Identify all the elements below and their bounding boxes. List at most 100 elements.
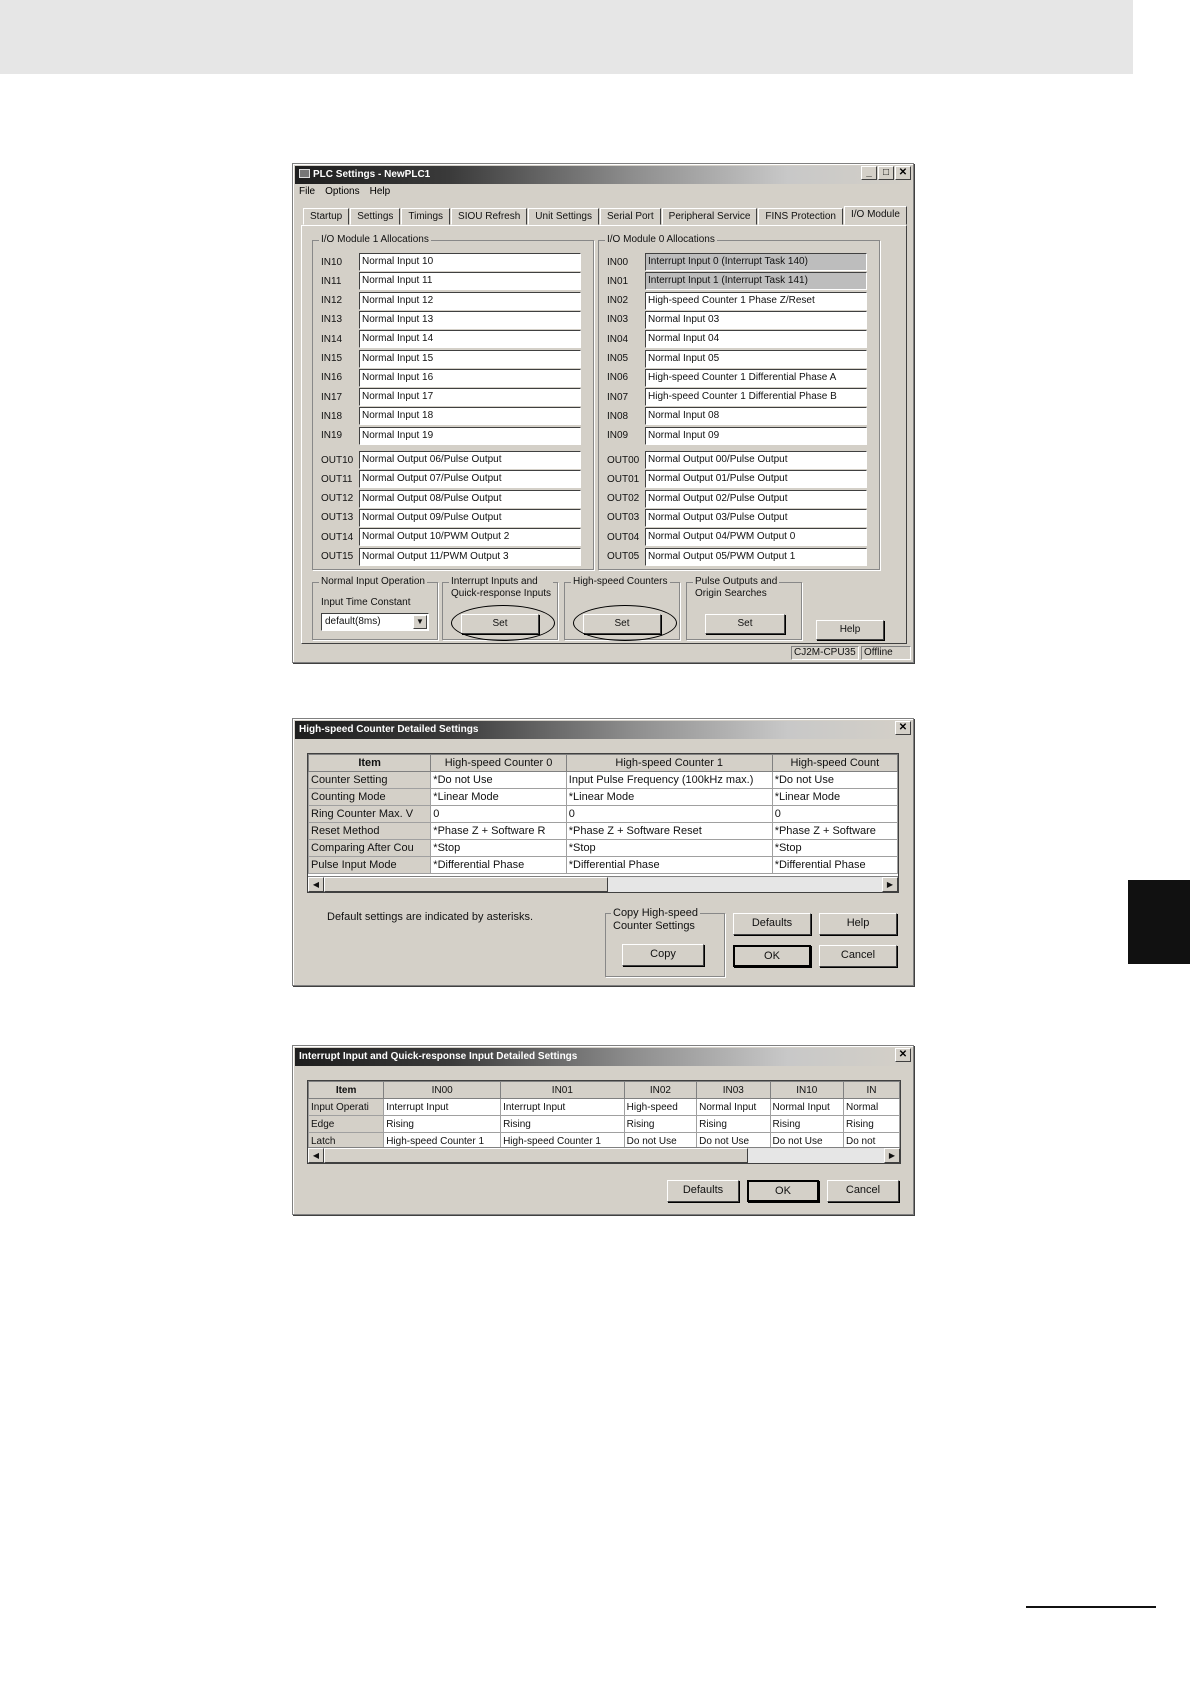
plc-help-button[interactable]: Help: [816, 620, 884, 640]
io-allocation-field[interactable]: High-speed Counter 1 Phase Z/Reset: [645, 291, 867, 310]
input-time-constant-select[interactable]: default(8ms) ▼: [321, 613, 429, 631]
io-allocation-field[interactable]: Normal Input 18: [359, 407, 581, 426]
table-cell[interactable]: Rising: [769, 1115, 844, 1133]
menu-file[interactable]: File: [299, 186, 315, 197]
io-allocation-field[interactable]: Normal Output 11/PWM Output 3: [359, 547, 581, 566]
table-cell[interactable]: 0: [430, 805, 567, 823]
table-cell[interactable]: Rising: [696, 1115, 771, 1133]
column-header[interactable]: Item: [308, 754, 432, 772]
maximize-icon[interactable]: □: [878, 166, 894, 180]
table-cell[interactable]: Rising: [842, 1115, 900, 1133]
table-cell[interactable]: Interrupt Input: [383, 1098, 502, 1116]
table-cell[interactable]: Rising: [383, 1115, 502, 1133]
tab-timings[interactable]: Timings: [401, 208, 451, 225]
column-header[interactable]: High-speed Count: [771, 754, 898, 772]
io-allocation-field[interactable]: Normal Input 11: [359, 272, 581, 291]
scroll-right-icon[interactable]: ▶: [884, 1148, 900, 1163]
table-cell[interactable]: *Differential Phase: [771, 856, 898, 874]
io-allocation-field[interactable]: Normal Output 03/Pulse Output: [645, 508, 867, 527]
column-header[interactable]: IN10: [769, 1081, 844, 1099]
column-header[interactable]: IN00: [383, 1081, 502, 1099]
io-allocation-field[interactable]: Normal Output 01/Pulse Output: [645, 470, 867, 489]
table-cell[interactable]: *Stop: [565, 839, 773, 857]
io-allocation-field[interactable]: High-speed Counter 1 Differential Phase …: [645, 388, 867, 407]
io-allocation-field[interactable]: Normal Input 08: [645, 407, 867, 426]
table-cell[interactable]: Rising: [623, 1115, 698, 1133]
hsc-help-button[interactable]: Help: [819, 913, 897, 935]
table-cell[interactable]: Rising: [500, 1115, 625, 1133]
io-allocation-field[interactable]: Normal Output 06/Pulse Output: [359, 451, 581, 469]
io-allocation-field[interactable]: Normal Input 13: [359, 310, 581, 329]
irq-defaults-button[interactable]: Defaults: [667, 1180, 739, 1202]
column-header[interactable]: IN: [842, 1081, 900, 1099]
hsc-horizontal-scrollbar[interactable]: ◀ ▶: [308, 876, 898, 892]
column-header[interactable]: IN01: [500, 1081, 625, 1099]
column-header[interactable]: Item: [308, 1081, 385, 1099]
table-cell[interactable]: *Phase Z + Software: [771, 822, 898, 840]
io-allocation-field[interactable]: Interrupt Input 1 (Interrupt Task 141): [645, 272, 867, 291]
io-allocation-field[interactable]: Normal Input 09: [645, 426, 867, 445]
hsc-defaults-button[interactable]: Defaults: [733, 913, 811, 935]
hsc-cancel-button[interactable]: Cancel: [819, 945, 897, 967]
irq-cancel-button[interactable]: Cancel: [827, 1180, 899, 1202]
table-cell[interactable]: *Do not Use: [771, 771, 898, 789]
close-icon[interactable]: ✕: [895, 166, 911, 180]
close-icon[interactable]: ✕: [895, 721, 911, 735]
table-cell[interactable]: *Differential Phase: [430, 856, 567, 874]
io-allocation-field[interactable]: Normal Output 00/Pulse Output: [645, 451, 867, 469]
menu-options[interactable]: Options: [325, 186, 359, 197]
table-cell[interactable]: *Linear Mode: [430, 788, 567, 806]
pulse-set-button[interactable]: Set: [705, 614, 785, 634]
io-allocation-field[interactable]: Normal Output 09/Pulse Output: [359, 508, 581, 527]
table-cell[interactable]: *Linear Mode: [565, 788, 773, 806]
io-allocation-field[interactable]: Normal Input 17: [359, 388, 581, 407]
table-cell[interactable]: 0: [565, 805, 773, 823]
table-cell[interactable]: 0: [771, 805, 898, 823]
io-allocation-field[interactable]: Normal Output 05/PWM Output 1: [645, 547, 867, 566]
table-cell[interactable]: Input Pulse Frequency (100kHz max.): [565, 771, 773, 789]
table-cell[interactable]: High-speed: [623, 1098, 698, 1116]
irq-settings-grid[interactable]: Item IN00 IN01 IN02 IN03 IN10 IN Input Operati…: [307, 1080, 901, 1164]
tab-fins-protection[interactable]: FINS Protection: [758, 208, 843, 225]
io-allocation-field[interactable]: Normal Input 14: [359, 330, 581, 349]
table-cell[interactable]: *Stop: [430, 839, 567, 857]
io-allocation-field[interactable]: Normal Output 07/Pulse Output: [359, 470, 581, 489]
io-allocation-field[interactable]: Normal Input 04: [645, 330, 867, 349]
io-allocation-field[interactable]: Normal Input 15: [359, 349, 581, 368]
column-header[interactable]: High-speed Counter 1: [565, 754, 773, 772]
table-cell[interactable]: *Linear Mode: [771, 788, 898, 806]
scroll-right-icon[interactable]: ▶: [882, 877, 898, 892]
io-allocation-field[interactable]: Normal Input 12: [359, 291, 581, 310]
close-icon[interactable]: ✕: [895, 1048, 911, 1062]
table-cell[interactable]: Normal Input: [696, 1098, 771, 1116]
tab-serial-port[interactable]: Serial Port: [599, 208, 661, 225]
scroll-left-icon[interactable]: ◀: [308, 877, 324, 892]
tab-io-module[interactable]: I/O Module: [843, 206, 907, 225]
scroll-left-icon[interactable]: ◀: [308, 1148, 324, 1163]
tab-peripheral-service[interactable]: Peripheral Service: [661, 208, 758, 225]
column-header[interactable]: IN03: [696, 1081, 771, 1099]
io-allocation-field[interactable]: Normal Input 03: [645, 310, 867, 329]
hsc-settings-grid[interactable]: Item High-speed Counter 0 High-speed Count…: [307, 753, 899, 893]
io-allocation-field[interactable]: Normal Output 10/PWM Output 2: [359, 528, 581, 547]
chevron-down-icon[interactable]: ▼: [413, 615, 427, 629]
table-cell[interactable]: *Stop: [771, 839, 898, 857]
tab-startup[interactable]: Startup: [303, 208, 350, 225]
scroll-thumb[interactable]: [324, 877, 608, 892]
io-allocation-field[interactable]: Normal Output 02/Pulse Output: [645, 489, 867, 508]
column-header[interactable]: High-speed Counter 0: [430, 754, 567, 772]
table-cell[interactable]: *Phase Z + Software Reset: [565, 822, 773, 840]
table-cell[interactable]: Normal Input: [769, 1098, 844, 1116]
io-allocation-field[interactable]: Normal Input 10: [359, 253, 581, 271]
io-allocation-field[interactable]: Normal Input 19: [359, 426, 581, 445]
table-cell[interactable]: Interrupt Input: [500, 1098, 625, 1116]
column-header[interactable]: IN02: [623, 1081, 698, 1099]
table-cell[interactable]: *Differential Phase: [565, 856, 773, 874]
tab-unit-settings[interactable]: Unit Settings: [528, 208, 599, 225]
hsc-ok-button[interactable]: OK: [733, 945, 811, 967]
copy-button[interactable]: Copy: [622, 944, 704, 966]
scroll-thumb[interactable]: [324, 1148, 748, 1163]
irq-horizontal-scrollbar[interactable]: ◀ ▶: [308, 1147, 900, 1163]
table-cell[interactable]: *Phase Z + Software R: [430, 822, 567, 840]
table-cell[interactable]: Normal: [842, 1098, 900, 1116]
